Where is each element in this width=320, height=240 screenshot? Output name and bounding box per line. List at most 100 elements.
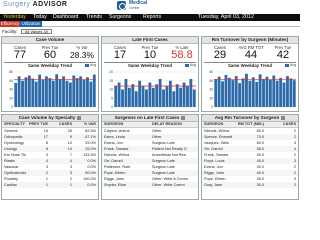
legend-label: Avg	[289, 63, 296, 67]
table-cell: Gray, Jane	[202, 182, 234, 188]
metric-avg-rm-tot: AVG RM TOT 44	[236, 45, 266, 61]
tab-reports[interactable]: Reports	[143, 14, 161, 21]
y-tick-label: 45	[209, 79, 213, 83]
metric-cases: Cases 17	[106, 45, 134, 61]
bar	[24, 77, 28, 107]
bar	[272, 75, 276, 107]
column-header[interactable]: PREV TUE	[26, 122, 50, 128]
bar	[79, 76, 83, 107]
table-row[interactable]: Snyder, Elise Other: Write Comm	[102, 182, 198, 188]
bar	[89, 81, 93, 107]
logo-advisor-text: ADVISOR	[32, 1, 68, 8]
bar	[248, 80, 252, 107]
metric-value: 29	[213, 49, 227, 61]
bar	[262, 79, 265, 107]
bar	[282, 82, 286, 107]
bar	[155, 84, 159, 107]
tab-yesterday[interactable]: Yesterday	[3, 14, 26, 21]
metric-value: 10	[143, 49, 157, 61]
bar	[48, 78, 52, 107]
bar	[255, 81, 259, 107]
table-row[interactable]: Cardiac 1 1 0.0%	[2, 182, 98, 188]
chart-toggle-icon[interactable]	[77, 115, 82, 120]
app-logo: Surgery ADVISOR	[3, 1, 67, 8]
bar	[279, 77, 283, 107]
late-surgeons-table-panel: Surgeons on Late First Cases SURGEON DELA…	[101, 114, 199, 200]
y-tick-label: 10	[109, 88, 113, 92]
bar	[138, 80, 142, 107]
table-cell: 2	[266, 182, 298, 188]
column-header[interactable]: SPECIALTY	[2, 122, 26, 128]
bar	[27, 75, 31, 107]
logo-surgery-text: Surgery	[3, 1, 31, 8]
bar	[31, 78, 35, 107]
subtab-efficiency[interactable]: Efficiency	[0, 21, 20, 27]
tab-dashboard[interactable]: Dashboard	[53, 14, 78, 21]
y-tick-label: 60	[209, 70, 213, 74]
chart-toggle-icon[interactable]	[181, 115, 186, 120]
bar	[114, 86, 118, 107]
panel-title: Rm Turnover by Surgeon (Minutes)	[202, 37, 298, 44]
case-volume-panel: Case Volume Cases 77 Prev Tue 60 % Var 2…	[1, 36, 99, 112]
y-tick-label: 20	[109, 70, 113, 74]
bar	[145, 89, 148, 107]
table-cell: Cardiac	[2, 182, 26, 188]
bar	[82, 79, 86, 107]
panel-title: Late First Cases	[102, 37, 198, 44]
sub-nav: Efficiency Utilization	[0, 21, 300, 27]
app-header: Surgery ADVISOR Medical Center	[0, 0, 300, 14]
panel-title: Avg Rm Turnover by Surgeon	[202, 115, 298, 122]
bar	[158, 79, 162, 107]
bar	[62, 76, 65, 107]
bar	[131, 84, 135, 107]
bar	[268, 79, 272, 107]
turnover-table: SURGEON RM TOT (MIN.) CASES Nichols, Wilma 8…	[202, 122, 298, 188]
bar	[121, 89, 124, 107]
table-row[interactable]: Gray, Jane 30.0 2	[202, 182, 298, 188]
org-name-line2: Center	[129, 6, 140, 10]
metric-value: 58.8	[171, 49, 193, 61]
chart-legend: Avg	[185, 62, 196, 68]
tab-surgeons[interactable]: Surgeons	[109, 14, 131, 21]
metric-prev-tue: Prev Tue 42	[268, 45, 298, 61]
tab-trends[interactable]: Trends	[86, 14, 102, 21]
table-cell: Snyder, Elise	[102, 182, 150, 188]
bar	[172, 91, 176, 107]
metric-var: % Var 28.3%	[66, 45, 98, 61]
specialty-table: SPECIALTY PREV TUE CASES% VAR General 16 26 62…	[2, 122, 98, 188]
bar	[221, 81, 224, 107]
metric-late: % Late 58.8	[166, 45, 198, 61]
facility-filter: Facility: All Values (2)	[2, 29, 53, 34]
case-volume-chart: 80 60 40 20 0	[9, 70, 96, 109]
metric-value: 42	[276, 49, 290, 61]
chart-legend: Avg	[85, 62, 96, 68]
subtab-utilization[interactable]: Utilization	[20, 21, 42, 27]
bar	[234, 76, 238, 107]
facility-label: Facility:	[2, 29, 18, 34]
main-nav: Yesterday Today Dashboard Trends Surgeon…	[0, 14, 300, 21]
bar	[14, 82, 18, 107]
rm-turnover-chart: 60 45 30 15 0	[209, 70, 296, 109]
facility-select[interactable]: All Values (2)	[20, 29, 53, 34]
trend-title: Same Weekday Trend	[104, 62, 196, 68]
bar	[86, 77, 89, 107]
dashboard-app: Surgery ADVISOR Medical Center Yesterday…	[0, 0, 300, 200]
legend-label: Avg	[89, 63, 96, 67]
bar	[179, 87, 183, 107]
y-tick-label: 0	[111, 105, 113, 109]
table-cell: 1	[26, 182, 50, 188]
bar	[162, 89, 165, 107]
metric-prev-tue: Prev Tue 60	[36, 45, 64, 61]
current-date: Tuesday, April 03, 2012	[197, 14, 254, 20]
column-header[interactable]: RM TOT (MIN.)	[234, 122, 266, 128]
y-tick-label: 15	[109, 79, 113, 83]
y-tick-label: 5	[111, 96, 113, 100]
bar	[68, 82, 72, 107]
tab-today[interactable]: Today	[33, 14, 47, 21]
bar	[292, 80, 296, 107]
turnover-table-panel: Avg Rm Turnover by Surgeon SURGEON RM TOT…	[201, 114, 299, 200]
chart-toggle-icon[interactable]	[281, 115, 286, 120]
bar	[51, 80, 55, 107]
bar	[241, 78, 245, 107]
bar	[175, 84, 179, 107]
